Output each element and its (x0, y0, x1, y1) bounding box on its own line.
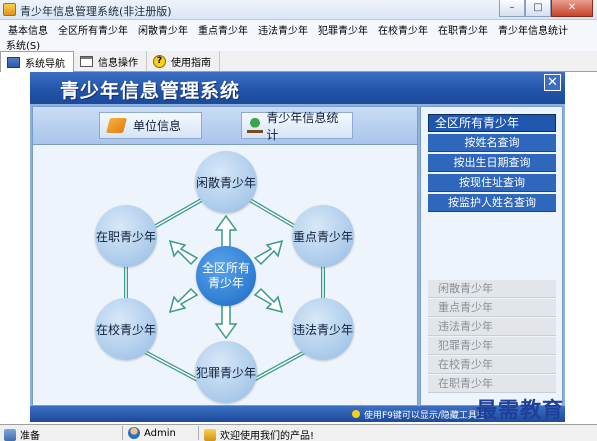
menu-bar: 基本信息 全区所有青少年 闲散青少年 重点青少年 违法青少年 犯罪青少年 在校青… (0, 20, 597, 37)
arrow-up-right-icon (253, 239, 284, 266)
node-idle-youth[interactable]: 闲散青少年 (195, 151, 257, 213)
node-school-youth[interactable]: 在校青少年 (95, 298, 157, 360)
query-by-address[interactable]: 按现住址查询 (428, 174, 556, 192)
status-message: 欢迎使用我们的产品! (204, 427, 314, 441)
arrow-down-left-icon (168, 287, 199, 314)
node-illegal-youth[interactable]: 违法青少年 (292, 298, 354, 360)
node-key-youth[interactable]: 重点青少年 (292, 205, 354, 267)
tab-system-nav[interactable]: 系统导航 (0, 51, 74, 72)
menu-school-youth[interactable]: 在校青少年 (374, 20, 434, 37)
tree-icon (247, 118, 264, 133)
tab-user-guide[interactable]: ? 使用指南 (147, 51, 220, 71)
menu-youth-stats[interactable]: 青少年信息统计 (494, 20, 574, 37)
arrow-down-right-icon (253, 287, 284, 314)
help-icon: ? (153, 54, 166, 68)
status-ready: 准备 (4, 427, 40, 441)
arrow-up-icon (214, 214, 238, 251)
youth-category-diagram: 闲散青少年 重点青少年 违法青少年 犯罪青少年 在校青少年 在职青少年 全区所有… (33, 146, 417, 404)
lightbulb-icon (352, 410, 360, 418)
tab-info-ops[interactable]: 信息操作 (74, 51, 147, 71)
nav-icon (7, 56, 20, 68)
menu-idle-youth[interactable]: 闲散青少年 (134, 20, 194, 37)
window-controls: – □ ✕ (499, 0, 593, 17)
panel-close-button[interactable]: ✕ (544, 74, 561, 91)
query-panel-title[interactable]: 全区所有青少年 (428, 114, 556, 132)
menu-employed-youth[interactable]: 在职青少年 (434, 20, 494, 37)
title-bar: 青少年信息管理系统(非注册版) – □ ✕ (0, 0, 597, 20)
menu-all-youth[interactable]: 全区所有青少年 (54, 20, 134, 37)
menu-criminal-youth[interactable]: 犯罪青少年 (314, 20, 374, 37)
status-message-text: 欢迎使用我们的产品! (220, 431, 315, 441)
minimize-button[interactable]: – (499, 0, 525, 17)
menu-basic-info[interactable]: 基本信息 (4, 20, 54, 37)
user-icon (128, 427, 140, 439)
menu-key-youth[interactable]: 重点青少年 (194, 20, 254, 37)
query-by-name[interactable]: 按姓名查询 (428, 134, 556, 152)
menu-illegal-youth[interactable]: 违法青少年 (254, 20, 314, 37)
query-by-guardian[interactable]: 按监护人姓名查询 (428, 194, 556, 212)
unit-info-button[interactable]: 单位信息 (99, 112, 202, 139)
tab-label: 信息操作 (98, 57, 138, 69)
unit-info-label: 单位信息 (133, 119, 182, 133)
app-icon (3, 3, 16, 16)
arrow-up-left-icon (168, 239, 199, 266)
status-icon (4, 428, 16, 441)
arrow-down-icon (214, 303, 238, 340)
category-school-youth[interactable]: 在校青少年 (428, 356, 556, 374)
query-panel: 全区所有青少年 按姓名查询 按出生日期查询 按现住址查询 按监护人姓名查询 闲散… (420, 106, 563, 406)
node-all-youth[interactable]: 全区所有 青少年 (196, 246, 256, 306)
status-user: Admin (128, 427, 176, 439)
status-divider (198, 426, 199, 440)
status-user-text: Admin (144, 427, 176, 439)
query-by-birthdate[interactable]: 按出生日期查询 (428, 154, 556, 172)
tab-label: 使用指南 (171, 57, 211, 69)
category-idle-youth[interactable]: 闲散青少年 (428, 280, 556, 298)
toolbar-hint-text: 使用F9键可以显示/隐藏工具栏 (364, 411, 486, 421)
watermark-logo: 最需教育 (476, 397, 564, 422)
top-button-bar: 单位信息 青少年信息统计 (33, 107, 417, 145)
document-icon (80, 55, 93, 67)
youth-stats-button[interactable]: 青少年信息统计 (241, 111, 353, 142)
status-divider (122, 426, 123, 440)
main-header: 青少年信息管理系统 ✕ (30, 72, 565, 104)
category-employed-youth[interactable]: 在职青少年 (428, 375, 556, 393)
category-criminal-youth[interactable]: 犯罪青少年 (428, 337, 556, 355)
category-key-youth[interactable]: 重点青少年 (428, 299, 556, 317)
main-panel: 青少年信息管理系统 ✕ 单位信息 青少年信息统计 闲散青少年 重点青少年 违法青… (30, 72, 565, 422)
status-ready-text: 准备 (20, 431, 40, 441)
menu-system[interactable]: 系统(S) (0, 36, 597, 52)
category-illegal-youth[interactable]: 违法青少年 (428, 318, 556, 336)
message-icon (204, 428, 216, 441)
system-title: 青少年信息管理系统 (60, 80, 241, 102)
window-title: 青少年信息管理系统(非注册版) (20, 5, 172, 18)
pencil-icon (105, 118, 128, 133)
node-employed-youth[interactable]: 在职青少年 (95, 205, 157, 267)
tab-label: 系统导航 (25, 58, 65, 70)
maximize-button[interactable]: □ (525, 0, 551, 17)
close-button[interactable]: ✕ (551, 0, 593, 17)
navigation-panel: 单位信息 青少年信息统计 闲散青少年 重点青少年 违法青少年 犯罪青少年 在校青… (32, 106, 418, 406)
toolbar-hint: 使用F9键可以显示/隐藏工具栏 (352, 408, 486, 421)
tab-bar: 系统导航 信息操作 ? 使用指南 (0, 51, 597, 72)
youth-stats-label: 青少年信息统计 (266, 110, 339, 142)
status-bar: 准备 Admin 欢迎使用我们的产品! (0, 424, 597, 441)
node-criminal-youth[interactable]: 犯罪青少年 (195, 341, 257, 403)
